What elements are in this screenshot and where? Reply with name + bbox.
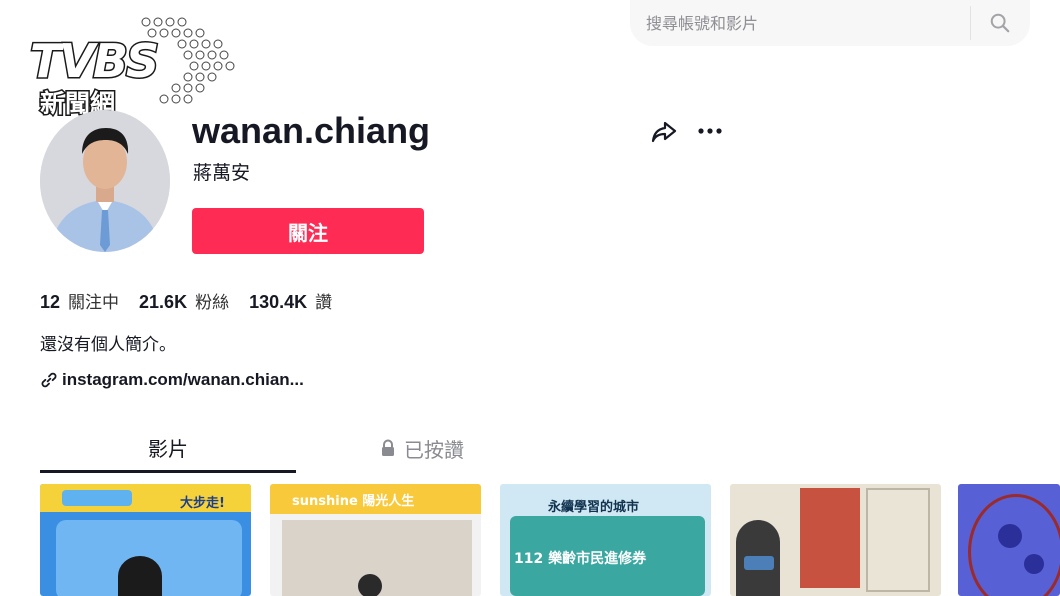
tvbs-logo: TVBS 新聞網 bbox=[28, 14, 235, 120]
followers-label: 粉絲 bbox=[195, 293, 230, 313]
video-thumbnail[interactable]: 大步走! bbox=[40, 484, 251, 596]
video-thumbnail[interactable] bbox=[958, 484, 1060, 596]
search-divider bbox=[970, 6, 971, 40]
profile-tabs: 影片 已按讚 bbox=[40, 425, 540, 473]
share-icon[interactable] bbox=[650, 118, 678, 146]
profile-link[interactable]: instagram.com/wanan.chian... bbox=[40, 370, 304, 390]
avatar-photo bbox=[40, 110, 170, 252]
profile-link-text: instagram.com/wanan.chian... bbox=[62, 370, 304, 389]
video-caption: 永續學習的城市 bbox=[548, 500, 640, 515]
tab-videos-label: 影片 bbox=[148, 437, 188, 461]
lock-icon bbox=[382, 439, 394, 456]
likes-stat: 130.4K 讚 bbox=[249, 288, 332, 313]
followers-stat[interactable]: 21.6K 粉絲 bbox=[139, 288, 229, 313]
video-thumbnail[interactable]: 永續學習的城市 112 樂齡市民進修券 bbox=[500, 484, 711, 596]
follow-button[interactable]: 關注 bbox=[192, 208, 424, 254]
search-icon bbox=[990, 13, 1010, 33]
followers-count: 21.6K bbox=[139, 292, 188, 312]
active-tab-underline bbox=[40, 470, 296, 473]
video-caption: 大步走! bbox=[180, 496, 225, 511]
likes-label: 讚 bbox=[315, 293, 333, 313]
likes-count: 130.4K bbox=[249, 292, 308, 312]
tab-videos[interactable]: 影片 bbox=[40, 433, 296, 463]
link-icon bbox=[41, 372, 57, 388]
more-options-icon[interactable] bbox=[695, 120, 725, 142]
logo-brand: TVBS bbox=[28, 33, 160, 90]
search-button[interactable] bbox=[982, 8, 1018, 38]
tab-liked-label: 已按讚 bbox=[404, 437, 464, 462]
profile-stats: 12 關注中 21.6K 粉絲 130.4K 讚 bbox=[40, 288, 332, 313]
following-stat[interactable]: 12 關注中 bbox=[40, 288, 119, 313]
profile-bio: 還沒有個人簡介。 bbox=[40, 335, 176, 355]
profile-nickname: 蔣萬安 bbox=[193, 162, 251, 184]
video-caption: sunshine 陽光人生 bbox=[292, 494, 415, 509]
tab-liked[interactable]: 已按讚 bbox=[380, 433, 464, 463]
video-thumbnail[interactable] bbox=[730, 484, 941, 596]
following-count: 12 bbox=[40, 292, 61, 312]
video-thumbnail[interactable]: sunshine 陽光人生 bbox=[270, 484, 481, 596]
following-label: 關注中 bbox=[68, 293, 120, 313]
search-bar bbox=[630, 0, 1030, 46]
avatar[interactable] bbox=[40, 110, 170, 252]
video-caption-secondary: 112 樂齡市民進修券 bbox=[514, 551, 647, 567]
profile-username: wanan.chiang bbox=[192, 110, 431, 151]
search-input[interactable] bbox=[644, 8, 948, 38]
